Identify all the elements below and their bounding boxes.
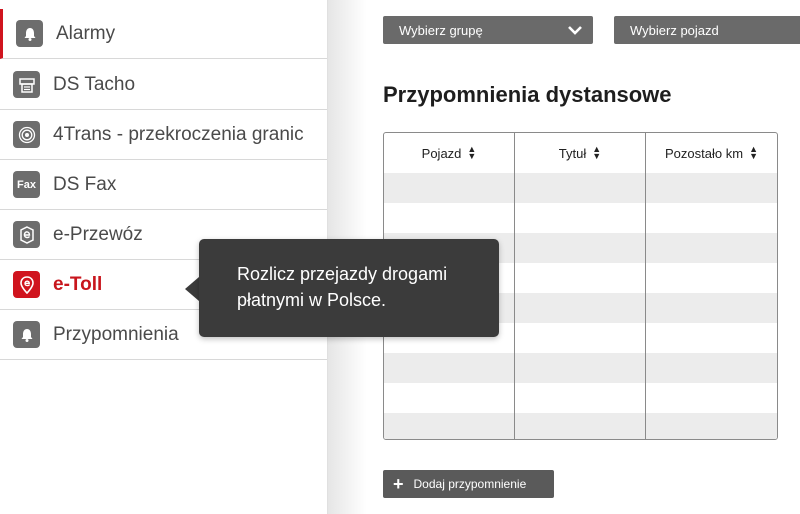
table-row: [384, 353, 777, 383]
tooltip-text: Rozlicz przejazdy drogami płatnymi w Pol…: [237, 264, 448, 310]
sidebar-item-label: e-Przewóz: [53, 223, 143, 245]
table-row: [384, 173, 777, 203]
bell-icon: [13, 321, 40, 348]
add-reminder-button[interactable]: + Dodaj przypomnienie: [383, 470, 554, 498]
plus-icon: +: [393, 474, 404, 494]
column-divider: [514, 133, 515, 439]
tooltip: Rozlicz przejazdy drogami płatnymi w Pol…: [199, 239, 499, 337]
sort-icon: ▲ ▼: [592, 144, 602, 161]
vehicle-select-value: Wybierz pojazd: [630, 22, 719, 38]
sort-icon: ▲ ▼: [749, 144, 758, 161]
page-title: Przypomnienia dystansowe: [383, 82, 672, 107]
group-select-value: Wybierz grupę: [399, 22, 483, 38]
table-row: [384, 413, 777, 439]
fax-icon: Fax: [13, 171, 40, 198]
group-select[interactable]: Wybierz grupę: [383, 16, 593, 44]
e-document-icon: [13, 221, 40, 248]
sidebar-item-label: Alarmy: [56, 22, 116, 44]
etoll-pin-icon: [13, 271, 40, 298]
column-header-remaining-km[interactable]: Pozostało km ▲ ▼: [646, 133, 777, 173]
sidebar-item-ds-fax[interactable]: Fax DS Fax: [0, 160, 327, 210]
sidebar-item-label: Przypomnienia: [53, 323, 179, 345]
chevron-down-icon: [568, 26, 582, 35]
sidebar-item-alarmy[interactable]: Alarmy: [0, 9, 327, 59]
tooltip-arrow: [185, 277, 199, 301]
tacho-printer-icon: [13, 71, 40, 98]
column-header-title[interactable]: Tytuł ▲ ▼: [515, 133, 645, 173]
vehicle-select[interactable]: Wybierz pojazd: [614, 16, 800, 44]
sidebar-item-label: 4Trans - przekroczenia granic: [53, 123, 304, 145]
sort-icon: ▲ ▼: [467, 144, 477, 161]
bell-icon: [16, 20, 43, 47]
sidebar-item-ds-tacho[interactable]: DS Tacho: [0, 60, 327, 110]
column-divider: [645, 133, 646, 439]
sidebar-item-label: DS Tacho: [53, 73, 136, 95]
sidebar-item-label: DS Fax: [53, 173, 117, 195]
add-reminder-label: Dodaj przypomnienie: [413, 477, 527, 491]
target-icon: [13, 121, 40, 148]
sidebar-item-4trans[interactable]: 4Trans - przekroczenia granic: [0, 110, 327, 160]
sidebar-item-label: e-Toll: [53, 273, 103, 295]
column-header-vehicle[interactable]: Pojazd ▲ ▼: [384, 133, 514, 173]
